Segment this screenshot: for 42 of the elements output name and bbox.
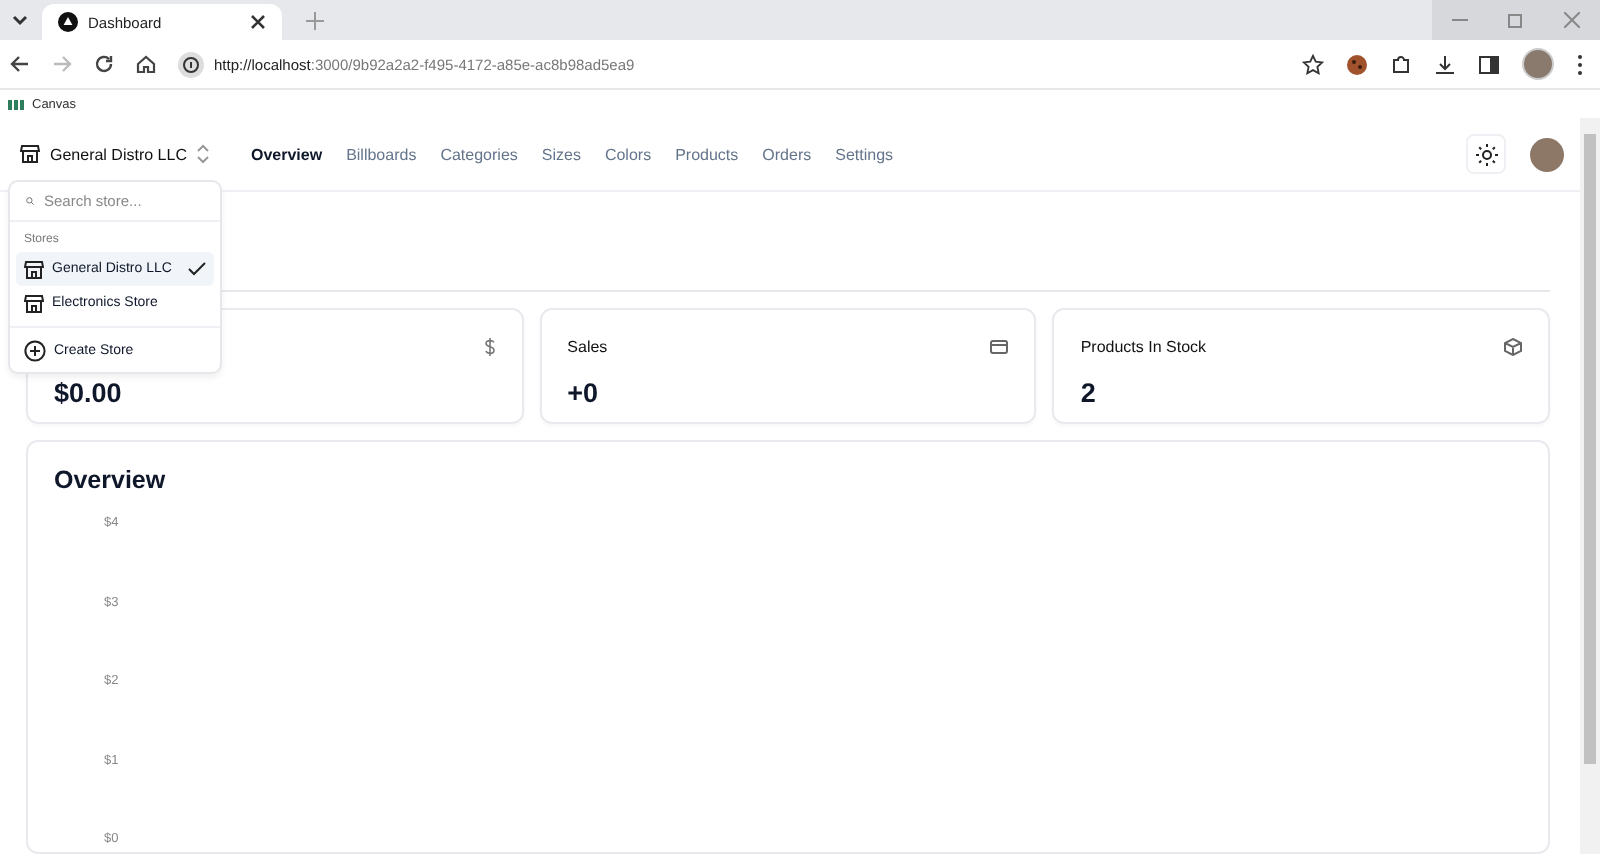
info-icon[interactable] bbox=[178, 51, 204, 77]
download-icon[interactable] bbox=[1434, 53, 1456, 75]
store-icon bbox=[24, 293, 44, 313]
star-icon[interactable] bbox=[1302, 53, 1324, 75]
close-icon[interactable] bbox=[250, 14, 266, 30]
stat-title: Products In Stock bbox=[1080, 337, 1207, 355]
cookie-icon[interactable] bbox=[1346, 53, 1368, 75]
chevrons-icon bbox=[196, 144, 211, 164]
theme-toggle-button[interactable] bbox=[1466, 134, 1506, 174]
user-avatar[interactable] bbox=[1530, 137, 1564, 171]
scrollbar[interactable] bbox=[1580, 118, 1600, 854]
check-icon bbox=[188, 262, 206, 276]
menu-icon[interactable] bbox=[1576, 53, 1584, 75]
overview-title: Overview bbox=[54, 466, 168, 494]
reload-icon[interactable] bbox=[94, 54, 114, 74]
store-icon bbox=[24, 259, 44, 279]
search-icon bbox=[26, 192, 34, 210]
stat-value: +0 bbox=[567, 378, 601, 408]
nav-link[interactable]: Billboards bbox=[346, 145, 417, 163]
home-icon[interactable] bbox=[136, 54, 156, 74]
nav-link[interactable]: Orders bbox=[762, 145, 812, 163]
stat-value: $0.00 bbox=[54, 378, 124, 408]
profile-avatar[interactable] bbox=[1522, 48, 1554, 80]
back-icon[interactable] bbox=[10, 54, 30, 74]
credit-card-icon bbox=[990, 339, 1009, 353]
sun-icon bbox=[1475, 143, 1497, 165]
stat-title: Sales bbox=[567, 337, 608, 355]
tab-favicon-icon bbox=[58, 12, 78, 32]
dollar-icon bbox=[483, 337, 496, 355]
nav-link[interactable]: Overview bbox=[250, 145, 323, 163]
side-panel-icon[interactable] bbox=[1478, 53, 1500, 75]
plus-circle-icon bbox=[24, 340, 46, 362]
nav-link[interactable]: Settings bbox=[835, 145, 894, 163]
store-icon bbox=[20, 144, 40, 164]
nav-link[interactable]: Colors bbox=[604, 145, 652, 163]
nav-link[interactable]: Categories bbox=[440, 145, 518, 163]
package-icon bbox=[1504, 337, 1522, 355]
stat-value: 2 bbox=[1080, 378, 1098, 408]
tab-list-icon[interactable] bbox=[10, 10, 30, 30]
nav-link[interactable]: Products bbox=[675, 145, 739, 163]
bookmark-favicon-icon bbox=[8, 99, 24, 109]
nav-link[interactable]: Sizes bbox=[541, 145, 581, 163]
